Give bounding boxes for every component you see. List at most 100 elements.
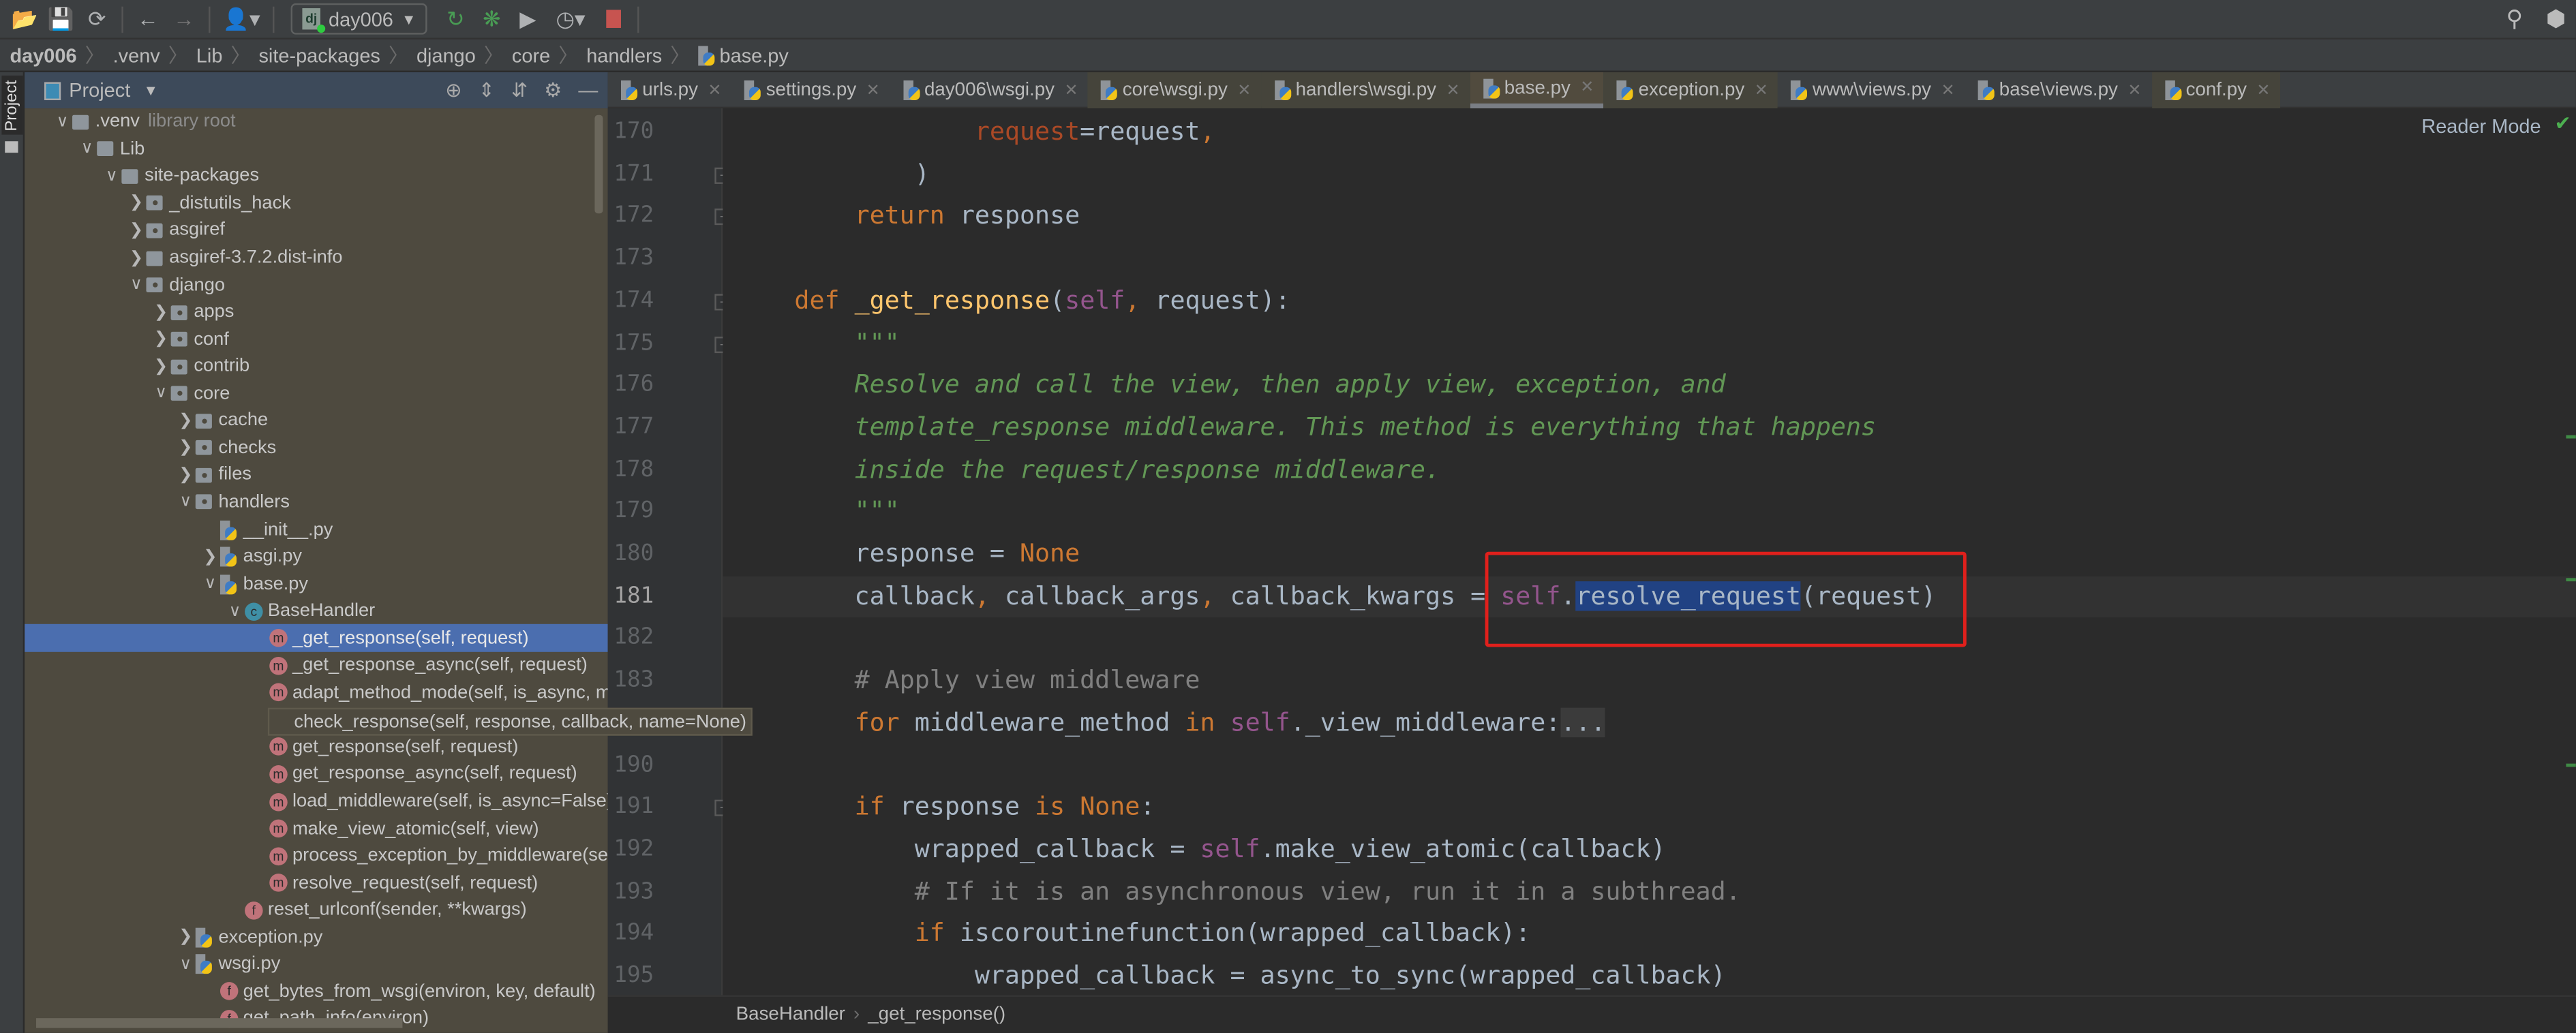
tab-core-wsgi-py[interactable]: core\wsgi.py ✕ — [1088, 72, 1261, 109]
inspection-ok-icon[interactable]: ✔ — [2555, 112, 2571, 135]
tree-item[interactable]: m _get_response(self, request) — [25, 624, 608, 652]
close-icon[interactable]: ✕ — [1755, 81, 1768, 99]
chevron-down-icon[interactable]: ∨ — [55, 113, 71, 132]
chevron-down-icon[interactable]: ▼ — [144, 82, 159, 99]
tree-item[interactable]: ∨ .venv library root — [25, 108, 608, 136]
chevron-down-icon[interactable]: ∨ — [79, 140, 95, 159]
chevron-right-icon[interactable]: ❯ — [177, 412, 194, 430]
save-icon[interactable]: 💾 — [43, 1, 79, 37]
tree-item[interactable]: ∨ wsgi.py — [25, 951, 608, 978]
tree-item[interactable]: ∨ c BaseHandler — [25, 598, 608, 625]
tree-item[interactable]: ∨ core — [25, 380, 608, 407]
breadcrumb-item[interactable]: handlers — [586, 44, 662, 67]
breadcrumb-item[interactable]: base.py — [698, 44, 789, 67]
tab-settings-py[interactable]: settings.py ✕ — [731, 72, 890, 108]
search-icon[interactable]: ⚲ — [2506, 5, 2523, 33]
chevron-right-icon[interactable]: ❯ — [128, 249, 145, 267]
close-icon[interactable]: ✕ — [2256, 81, 2270, 99]
close-icon[interactable]: ✕ — [2127, 81, 2141, 99]
tree-item[interactable]: ❯ files — [25, 462, 608, 489]
close-icon[interactable]: ✕ — [1237, 81, 1251, 99]
project-tool-button[interactable]: Project — [1, 75, 23, 135]
chevron-down-icon[interactable]: ∨ — [177, 493, 194, 512]
tree-item[interactable]: ❯ cache — [25, 407, 608, 435]
coverage-icon[interactable]: ▶ — [510, 1, 546, 37]
chevron-right-icon[interactable]: ❯ — [177, 928, 194, 946]
user-icon[interactable]: 👤▾ — [217, 1, 266, 37]
gear-icon[interactable]: ⚙ — [544, 79, 562, 102]
sync-icon[interactable]: ⟳ — [79, 1, 115, 37]
expand-all-icon[interactable]: ⇕ — [479, 79, 495, 102]
code-breadcrumb-class[interactable]: BaseHandler — [736, 1005, 845, 1025]
breadcrumb-item[interactable]: core — [512, 44, 550, 67]
close-icon[interactable]: ✕ — [1064, 81, 1078, 99]
tree-item[interactable]: ❯ asgi.py — [25, 543, 608, 570]
chevron-right-icon[interactable]: ❯ — [202, 548, 218, 566]
tab-www-views-py[interactable]: www\views.py ✕ — [1778, 72, 1965, 108]
breadcrumb-item[interactable]: .venv — [113, 44, 160, 67]
chevron-down-icon[interactable]: ∨ — [227, 602, 243, 621]
tree-item[interactable]: m process_exception_by_middleware(self, e — [25, 842, 608, 869]
chevron-down-icon[interactable]: ∨ — [153, 385, 169, 403]
chevron-down-icon[interactable]: ∨ — [202, 575, 218, 593]
chevron-right-icon[interactable]: ❯ — [128, 194, 145, 213]
tree-item[interactable]: m get_response_async(self, request) — [25, 760, 608, 788]
minimize-icon[interactable]: — — [578, 79, 598, 102]
close-icon[interactable]: ✕ — [1580, 79, 1594, 97]
tree-item[interactable]: ∨ base.py — [25, 570, 608, 598]
tree-vertical-scrollbar[interactable] — [594, 114, 603, 214]
chevron-down-icon[interactable]: ∨ — [177, 955, 194, 974]
tree-item[interactable]: m get_response(self, request) — [25, 733, 608, 760]
tab-base-views-py[interactable]: base\views.py ✕ — [1965, 72, 2151, 108]
tree-item[interactable]: m make_view_atomic(self, view) — [25, 815, 608, 842]
tree-item[interactable]: ❯ contrib — [25, 353, 608, 380]
locate-icon[interactable]: ⊕ — [445, 79, 461, 102]
rerun-icon[interactable]: ↻ — [438, 1, 474, 37]
tree-item[interactable]: ❯ asgiref — [25, 217, 608, 245]
chevron-right-icon[interactable]: ❯ — [153, 303, 169, 322]
structure-icon[interactable] — [5, 141, 18, 153]
breadcrumb-item[interactable]: Lib — [196, 44, 223, 67]
chevron-right-icon[interactable]: ❯ — [128, 221, 145, 240]
tree-item[interactable]: ∨ django — [25, 271, 608, 298]
tree-item[interactable]: ❯ conf — [25, 326, 608, 353]
stop-icon[interactable] — [595, 1, 631, 37]
close-icon[interactable]: ✕ — [866, 81, 880, 99]
chevron-right-icon[interactable]: ❯ — [177, 466, 194, 484]
forward-icon[interactable]: → — [166, 1, 202, 37]
close-icon[interactable]: ✕ — [1446, 81, 1459, 99]
breadcrumb-item[interactable]: django — [416, 44, 476, 67]
tab-conf-py[interactable]: conf.py ✕ — [2151, 72, 2281, 109]
tree-item[interactable]: m load_middleware(self, is_async=False) — [25, 788, 608, 815]
tree-item[interactable]: m _get_response_async(self, request) — [25, 652, 608, 679]
tab-day006-wsgi-py[interactable]: day006\wsgi.py ✕ — [890, 72, 1088, 108]
breadcrumb-item[interactable]: site-packages — [258, 44, 380, 67]
tree-item[interactable]: f get_bytes_from_wsgi(environ, key, defau… — [25, 978, 608, 1005]
profile-icon[interactable]: ◷▾ — [546, 1, 595, 37]
change-marker[interactable] — [2566, 763, 2576, 767]
run-config-select[interactable]: dj day006 ▼ — [290, 3, 428, 35]
tree-item[interactable]: ∨ Lib — [25, 136, 608, 163]
tree-item[interactable]: f reset_urlconf(sender, **kwargs) — [25, 897, 608, 924]
tree-item[interactable]: m resolve_request(self, request) — [25, 869, 608, 897]
chevron-down-icon[interactable]: ∨ — [104, 167, 120, 185]
collapse-all-icon[interactable]: ⇵ — [511, 79, 528, 102]
tree-item[interactable]: ❯ apps — [25, 298, 608, 326]
back-icon[interactable]: ← — [130, 1, 166, 37]
ide-logo-icon[interactable]: ⬢ — [2546, 5, 2566, 33]
code-breadcrumb-method[interactable]: _get_response() — [868, 1005, 1005, 1025]
code-token[interactable]: ... — [1560, 707, 1606, 737]
tree-item[interactable]: ∨ site-packages — [25, 163, 608, 190]
tree-item[interactable]: m adapt_method_mode(self, is_async, meth — [25, 679, 608, 707]
breadcrumb-item[interactable]: day006 — [10, 44, 76, 67]
project-title[interactable]: Project — [69, 79, 130, 102]
tree-item[interactable]: ❯ checks — [25, 435, 608, 462]
chevron-right-icon[interactable]: ❯ — [153, 358, 169, 376]
chevron-right-icon[interactable]: ❯ — [177, 439, 194, 457]
tree-item[interactable]: ❯ exception.py — [25, 924, 608, 951]
tab-base-py[interactable]: base.py ✕ — [1470, 72, 1604, 109]
chevron-right-icon[interactable]: ❯ — [153, 330, 169, 349]
change-marker[interactable] — [2566, 435, 2576, 439]
tree-item[interactable]: __init__.py — [25, 516, 608, 543]
tree-item[interactable]: ∨ handlers — [25, 489, 608, 516]
